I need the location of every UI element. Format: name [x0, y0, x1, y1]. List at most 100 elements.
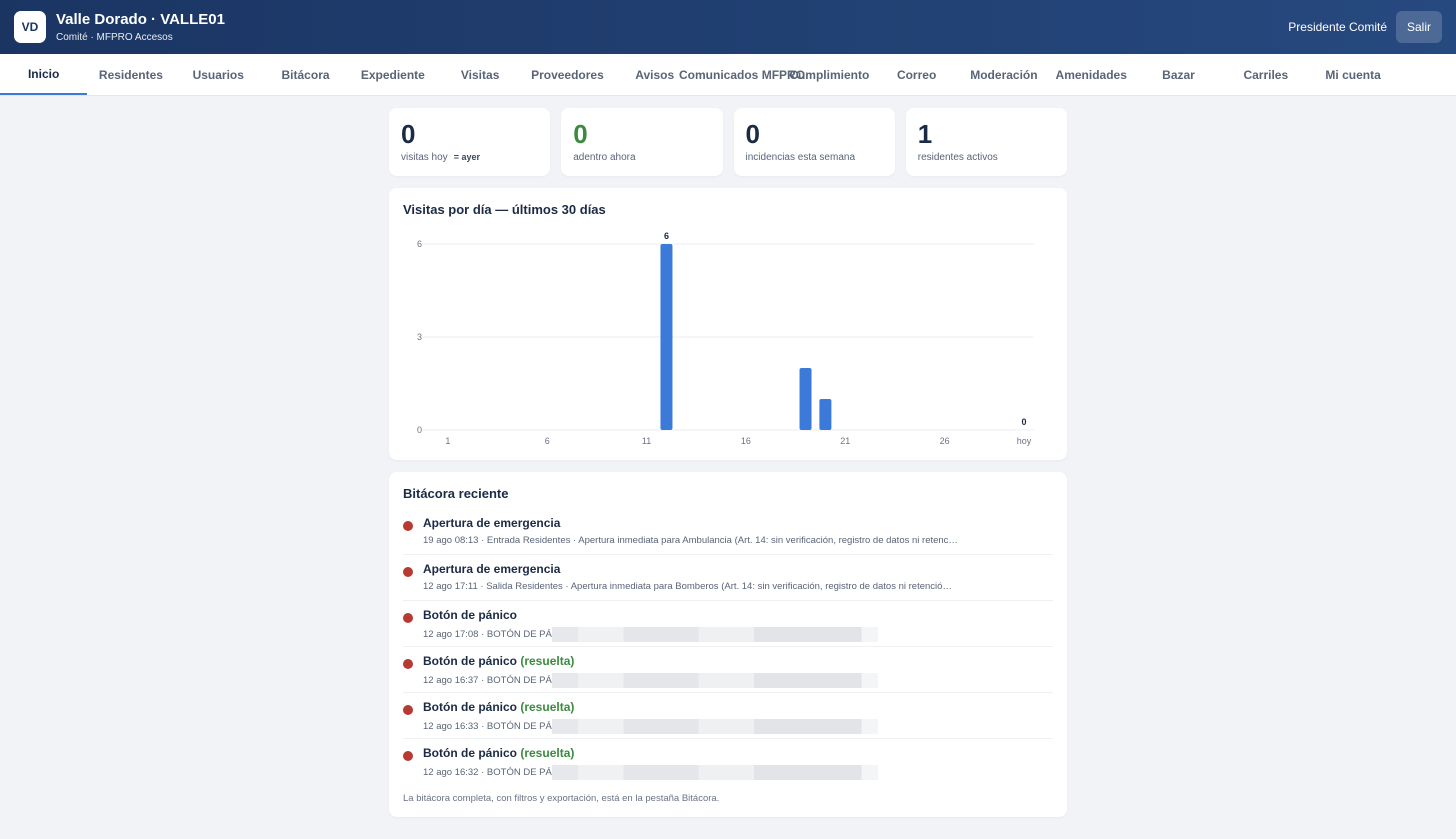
y-tick-label: 6	[417, 239, 422, 249]
redacted-block	[551, 673, 878, 688]
app-header: VD Valle Dorado · VALLE01 Comité · MFPRO…	[0, 0, 1456, 54]
tab-visitas[interactable]: Visitas	[436, 54, 523, 95]
log-item-status: (resuelta)	[520, 700, 575, 714]
tab-correo[interactable]: Correo	[873, 54, 960, 95]
bar-data-label: 0	[1022, 417, 1027, 427]
stat-label: incidencias esta semana	[745, 152, 856, 163]
log-item-detail: 12 ago 17:11 · Salida Residentes · Apert…	[423, 581, 1009, 592]
stats-row: 0 visitas hoy = ayer 0 adentro ahora 0 in…	[389, 108, 1067, 176]
x-tick-label: 1	[445, 436, 450, 446]
stat-label: adentro ahora	[573, 152, 636, 163]
log-item[interactable]: Apertura de emergencia 12 ago 17:11 · Sa…	[403, 555, 1053, 601]
stat-value: 0	[573, 119, 588, 149]
log-item-detail: 19 ago 08:13 · Entrada Residentes · Aper…	[423, 535, 1009, 546]
tab-inicio[interactable]: Inicio	[0, 54, 88, 95]
tab-mi-cuenta[interactable]: Mi cuenta	[1309, 54, 1396, 95]
log-item-title: Botón de pánico (resuelta)	[423, 647, 1053, 668]
stat-label: visitas hoy = ayer	[401, 152, 538, 163]
stat-visits-today: 0 visitas hoy = ayer	[389, 108, 551, 176]
tab-cumplimiento[interactable]: Cumplimiento	[786, 54, 873, 95]
app-subtitle: Comité · MFPRO Accesos	[56, 32, 173, 43]
chart-bar	[819, 399, 832, 430]
tab-bazar[interactable]: Bazar	[1135, 54, 1222, 95]
stat-active-residents: 1 residentes activos	[905, 108, 1067, 176]
alert-dot-icon	[403, 613, 413, 623]
log-item[interactable]: Botón de pánico (resuelta) 12 ago 16:33 ·…	[403, 693, 1053, 739]
logout-button[interactable]: Salir	[1396, 11, 1442, 43]
visits-bar-chart: 036601 6 11 16 21 26 hoy	[417, 231, 1034, 446]
tab-amenidades[interactable]: Amenidades	[1048, 54, 1135, 95]
y-tick-label: 0	[417, 425, 422, 435]
x-tick-label: 16	[741, 436, 751, 446]
log-item-title-text: Apertura de emergencia	[423, 562, 561, 576]
chart-title: Visitas por día — últimos 30 días	[403, 202, 606, 217]
log-list: Apertura de emergencia 19 ago 08:13 · En…	[403, 509, 1053, 785]
log-item-title-text: Apertura de emergencia	[423, 516, 561, 530]
stat-inside-now: 0 adentro ahora	[561, 108, 723, 176]
chart-bar	[799, 368, 812, 430]
stat-label: residentes activos	[917, 152, 998, 163]
x-tick-label: 21	[840, 436, 850, 446]
app-title: Valle Dorado · VALLE01	[56, 11, 225, 28]
visits-chart-card: Visitas por día — últimos 30 días 0 3 6 6 0 1…	[389, 188, 1067, 460]
brand-block: Valle Dorado · VALLE01 Comité · MFPRO Ac…	[56, 11, 225, 43]
main-tabs: Inicio Residentes Usuarios Bitácora Expedien…	[0, 54, 1456, 96]
tab-comunicados-mfpro[interactable]: Comunicados MFPRO	[679, 54, 805, 95]
redacted-block	[551, 765, 878, 780]
log-item-title: Botón de pánico	[423, 601, 1053, 622]
alert-dot-icon	[403, 705, 413, 715]
log-item-title: Apertura de emergencia	[423, 509, 1053, 530]
log-item-detail: 12 ago 17:08 · BOTÓN DE PÁ	[423, 627, 1009, 642]
recent-log-card: Bitácora reciente Apertura de emergencia…	[389, 472, 1067, 817]
log-item[interactable]: Botón de pánico 12 ago 17:08 · BOTÓN DE …	[403, 601, 1053, 647]
stat-incidents-week: 0 incidencias esta semana	[733, 108, 895, 176]
x-tick-label: 11	[642, 436, 651, 446]
log-item[interactable]: Botón de pánico (resuelta) 12 ago 16:32 ·…	[403, 739, 1053, 785]
alert-dot-icon	[403, 659, 413, 669]
log-item-detail: 12 ago 16:32 · BOTÓN DE PÁ	[423, 765, 1009, 780]
log-item[interactable]: Apertura de emergencia 19 ago 08:13 · En…	[403, 509, 1053, 555]
log-item-detail: 12 ago 16:33 · BOTÓN DE PÁ	[423, 719, 1009, 734]
x-tick-label: 26	[940, 436, 950, 446]
header-right: Presidente Comité Salir	[1288, 11, 1442, 43]
tab-usuarios[interactable]: Usuarios	[175, 54, 262, 95]
log-footnote: La bitácora completa, con filtros y expo…	[403, 793, 720, 804]
alert-dot-icon	[403, 567, 413, 577]
log-title: Bitácora reciente	[403, 486, 509, 501]
chart-bar	[660, 244, 673, 430]
stat-value: 1	[917, 119, 933, 149]
tab-expediente[interactable]: Expediente	[349, 54, 436, 95]
x-tick-label: hoy	[1017, 436, 1032, 446]
tab-residentes[interactable]: Residentes	[87, 54, 174, 95]
y-tick-label: 3	[417, 332, 422, 342]
log-item-title-text: Botón de pánico	[423, 700, 517, 714]
log-item-status: (resuelta)	[520, 654, 575, 668]
alert-dot-icon	[403, 521, 413, 531]
stat-label-text: visitas hoy	[401, 152, 448, 163]
dashboard: 0 visitas hoy = ayer 0 adentro ahora 0 in…	[389, 108, 1067, 817]
log-item-detail-text: 12 ago 16:32 · BOTÓN DE PÁ	[423, 767, 552, 778]
log-item[interactable]: Botón de pánico (resuelta) 12 ago 16:37 ·…	[403, 647, 1053, 693]
tab-moderacion[interactable]: Moderación	[960, 54, 1047, 95]
app-logo: VD	[14, 11, 46, 43]
log-item-detail-text: 12 ago 16:33 · BOTÓN DE PÁ	[423, 721, 552, 732]
log-item-title-text: Botón de pánico	[423, 608, 517, 622]
alert-dot-icon	[403, 751, 413, 761]
log-item-detail-text: 12 ago 17:11 · Salida Residentes · Apert…	[423, 581, 952, 592]
tab-carriles[interactable]: Carriles	[1222, 54, 1309, 95]
log-item-title: Apertura de emergencia	[423, 555, 1053, 576]
x-tick-label: 6	[545, 436, 550, 446]
log-item-title-text: Botón de pánico	[423, 654, 517, 668]
bar-data-label: 6	[664, 231, 669, 241]
stat-comparison: = ayer	[453, 152, 480, 162]
log-item-title: Botón de pánico (resuelta)	[423, 739, 1053, 760]
log-item-detail-text: 19 ago 08:13 · Entrada Residentes · Aper…	[423, 535, 958, 546]
log-item-title-text: Botón de pánico	[423, 746, 517, 760]
log-item-title: Botón de pánico (resuelta)	[423, 693, 1053, 714]
stat-value: 0	[401, 119, 416, 149]
log-item-detail-text: 12 ago 16:37 · BOTÓN DE PÁ	[423, 675, 552, 686]
tab-proveedores[interactable]: Proveedores	[524, 54, 611, 95]
tab-bitacora[interactable]: Bitácora	[262, 54, 349, 95]
log-item-detail: 12 ago 16:37 · BOTÓN DE PÁ	[423, 673, 1009, 688]
redacted-block	[551, 627, 878, 642]
